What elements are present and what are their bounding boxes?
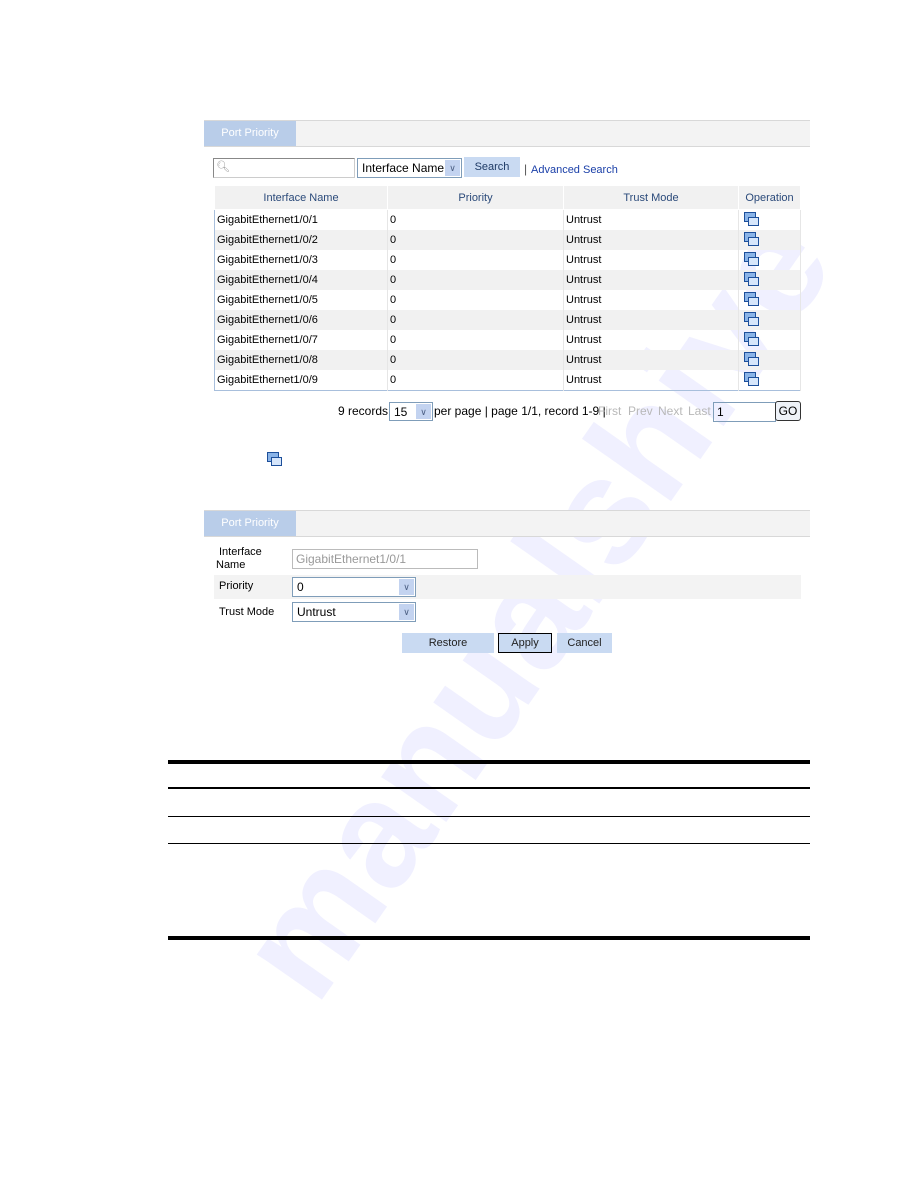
apply-button[interactable]: Apply xyxy=(498,633,552,653)
interface-cell: GigabitEthernet1/0/5 xyxy=(214,290,388,310)
column-header[interactable]: Priority xyxy=(387,185,564,210)
trust-mode-cell: Untrust xyxy=(563,350,739,370)
table-row: GigabitEthernet1/0/8 0 Untrust xyxy=(214,350,801,370)
interface-cell: GigabitEthernet1/0/6 xyxy=(214,310,388,330)
interface-cell: GigabitEthernet1/0/9 xyxy=(214,370,388,391)
interface-cell: GigabitEthernet1/0/2 xyxy=(214,230,388,250)
edit-icon[interactable] xyxy=(743,311,759,326)
edit-icon[interactable] xyxy=(743,291,759,306)
interface-name-label: Name xyxy=(216,559,246,571)
table-row: GigabitEthernet1/0/5 0 Untrust xyxy=(214,290,801,310)
search-input[interactable]: 🔍︎ xyxy=(213,158,355,178)
column-header[interactable]: Trust Mode xyxy=(563,185,739,210)
table-rule-bottom xyxy=(168,936,810,940)
table-rule xyxy=(168,787,810,789)
trust-mode-label: Trust Mode xyxy=(219,606,275,618)
priority-label: Priority xyxy=(219,580,254,592)
interface-cell: GigabitEthernet1/0/8 xyxy=(214,350,388,370)
trust-mode-cell: Untrust xyxy=(563,310,739,330)
chevron-down-icon: ∨ xyxy=(445,160,460,176)
priority-cell: 0 xyxy=(387,209,564,230)
edit-icon[interactable] xyxy=(743,251,759,266)
table-row: GigabitEthernet1/0/6 0 Untrust xyxy=(214,310,801,330)
priority-cell: 0 xyxy=(387,290,564,310)
trust-mode-select[interactable]: Untrust ∨ xyxy=(292,602,416,622)
edit-icon[interactable] xyxy=(743,331,759,346)
trust-mode-cell: Untrust xyxy=(563,250,739,270)
table-row: GigabitEthernet1/0/4 0 Untrust xyxy=(214,270,801,290)
operation-cell xyxy=(738,209,801,230)
table-row: GigabitEthernet1/0/3 0 Untrust xyxy=(214,250,801,270)
interface-cell: GigabitEthernet1/0/3 xyxy=(214,250,388,270)
interface-cell: GigabitEthernet1/0/7 xyxy=(214,330,388,350)
per-page-select[interactable]: 15 ∨ xyxy=(389,402,433,421)
priority-cell: 0 xyxy=(387,330,564,350)
edit-icon[interactable] xyxy=(743,231,759,246)
interface-cell: GigabitEthernet1/0/1 xyxy=(214,209,388,230)
search-field-select[interactable]: Interface Name ∨ xyxy=(357,158,462,178)
trust-mode-cell: Untrust xyxy=(563,209,739,230)
priority-cell: 0 xyxy=(387,230,564,250)
page-number-input[interactable]: 1 xyxy=(713,402,776,422)
go-button[interactable]: GO xyxy=(775,401,801,421)
table-rule xyxy=(168,816,810,817)
interface-cell: GigabitEthernet1/0/4 xyxy=(214,270,388,290)
table-row: GigabitEthernet1/0/9 0 Untrust xyxy=(214,370,801,391)
table-rule-top xyxy=(168,760,810,764)
port-priority-table: Interface Name Priority Trust Mode Opera… xyxy=(214,185,801,391)
priority-select[interactable]: 0 ∨ xyxy=(292,577,416,597)
pager-first[interactable]: First xyxy=(598,402,621,420)
edit-panel-header: Port Priority xyxy=(204,510,810,537)
priority-cell: 0 xyxy=(387,250,564,270)
column-header[interactable]: Interface Name xyxy=(214,185,388,210)
pager-next[interactable]: Next xyxy=(658,402,683,420)
search-icon: 🔍︎ xyxy=(216,161,230,173)
document-page: manualshive Port Priority 🔍︎ Interface N… xyxy=(0,0,918,1188)
list-panel-header: Port Priority xyxy=(204,120,810,147)
trust-mode-cell: Untrust xyxy=(563,330,739,350)
chevron-down-icon: ∨ xyxy=(399,579,414,595)
edit-icon[interactable] xyxy=(743,211,759,226)
tab-port-priority[interactable]: Port Priority xyxy=(204,121,296,146)
pager-prev[interactable]: Prev xyxy=(628,402,653,420)
pager-records: 9 records, xyxy=(338,404,392,418)
operation-cell xyxy=(738,270,801,290)
chevron-down-icon: ∨ xyxy=(416,404,431,419)
trust-mode-cell: Untrust xyxy=(563,370,739,391)
priority-cell: 0 xyxy=(387,370,564,391)
tab-port-priority[interactable]: Port Priority xyxy=(204,511,296,536)
chevron-down-icon: ∨ xyxy=(399,604,414,620)
interface-name-label: Interface xyxy=(219,546,262,558)
operation-cell xyxy=(738,290,801,310)
search-button[interactable]: Search xyxy=(464,157,520,177)
operation-cell xyxy=(738,370,801,391)
operation-cell xyxy=(738,330,801,350)
separator: | xyxy=(524,162,528,176)
operation-cell xyxy=(738,350,801,370)
edit-icon[interactable] xyxy=(743,371,759,386)
advanced-search-link[interactable]: Advanced Search xyxy=(531,164,618,176)
table-row: GigabitEthernet1/0/7 0 Untrust xyxy=(214,330,801,350)
priority-cell: 0 xyxy=(387,350,564,370)
priority-cell: 0 xyxy=(387,270,564,290)
pager-last[interactable]: Last xyxy=(688,402,711,420)
cancel-button[interactable]: Cancel xyxy=(557,633,612,653)
operation-cell xyxy=(738,250,801,270)
priority-cell: 0 xyxy=(387,310,564,330)
pager-info: per page | page 1/1, record 1-9 | xyxy=(434,404,606,418)
edit-icon[interactable] xyxy=(743,351,759,366)
interface-name-field: GigabitEthernet1/0/1 xyxy=(292,549,478,569)
restore-button[interactable]: Restore xyxy=(402,633,494,653)
table-rule xyxy=(168,843,810,844)
operation-cell xyxy=(738,230,801,250)
column-header: Operation xyxy=(738,185,801,210)
trust-mode-cell: Untrust xyxy=(563,290,739,310)
trust-mode-cell: Untrust xyxy=(563,270,739,290)
table-row: GigabitEthernet1/0/1 0 Untrust xyxy=(214,209,801,230)
edit-icon xyxy=(266,452,282,466)
edit-icon[interactable] xyxy=(743,271,759,286)
operation-cell xyxy=(738,310,801,330)
table-row: GigabitEthernet1/0/2 0 Untrust xyxy=(214,230,801,250)
trust-mode-cell: Untrust xyxy=(563,230,739,250)
